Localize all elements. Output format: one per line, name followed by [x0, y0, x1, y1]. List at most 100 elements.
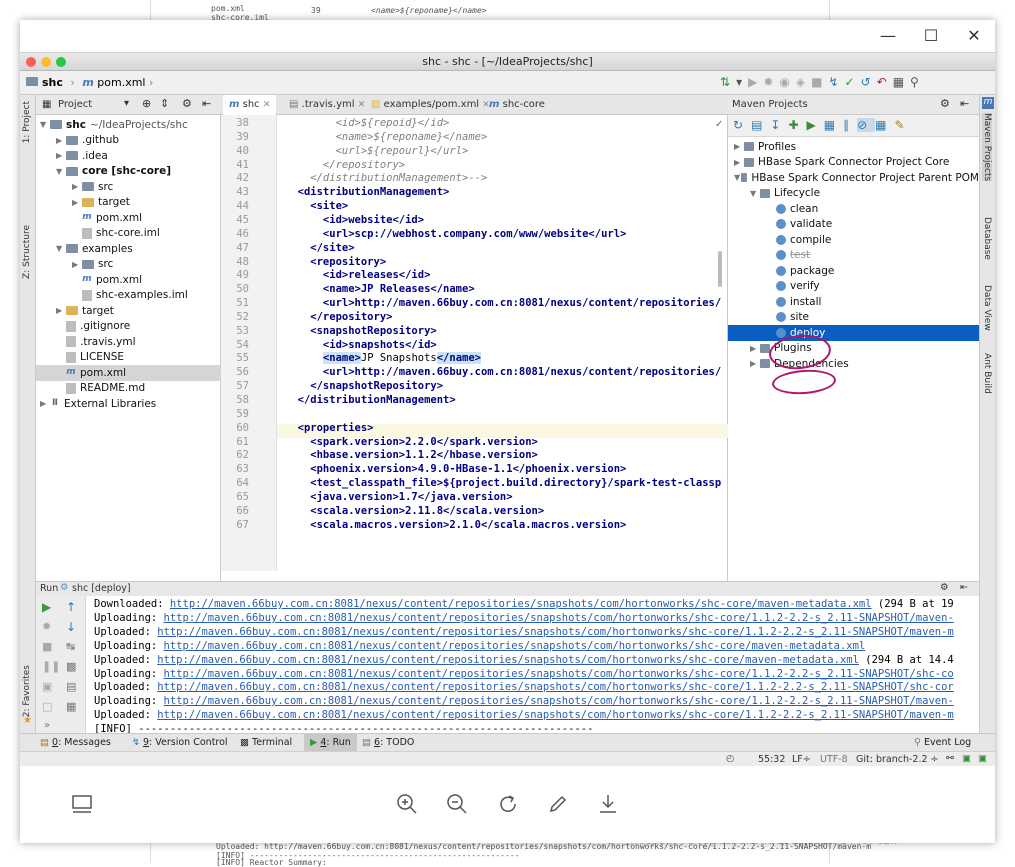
structure-icon[interactable]: ▦ [893, 75, 910, 89]
tab-examples-pom[interactable]: ▨ examples/pom.xml ✕ [365, 95, 496, 115]
file-encoding[interactable]: UTF-8 [820, 754, 848, 765]
maven-tree-item[interactable]: ▶ HBase Spark Connector Project Core [728, 155, 979, 171]
tab-run[interactable]: ▶ 4: Run [304, 734, 357, 751]
chevron-down-icon[interactable]: ▼ [40, 120, 50, 129]
project-tree-item[interactable]: m pom.xml [72, 272, 142, 288]
close-icon[interactable]: ✕ [964, 26, 984, 45]
chevron-right-icon[interactable]: ▶ [734, 158, 744, 167]
zoom-in-icon[interactable] [395, 792, 419, 816]
project-tree-item[interactable]: m pom.xml [36, 365, 221, 381]
tab-shc-core[interactable]: m shc-core [483, 95, 551, 115]
profile-icon[interactable]: ◈ [796, 75, 811, 89]
run-output[interactable]: Downloaded: http://maven.66buy.com.cn:80… [36, 582, 979, 734]
vcs-commit-icon[interactable]: ✓ [845, 75, 861, 89]
project-tree-item[interactable]: LICENSE [56, 350, 124, 366]
maven-tree-item[interactable]: ▼ HBase Spark Connector Project Parent PO… [728, 170, 979, 186]
minimize-icon[interactable]: — [878, 26, 898, 45]
maven-projects-tool-tab[interactable]: Maven Projects [982, 113, 992, 182]
maven-tree-item[interactable]: ▶ Dependencies [728, 356, 979, 372]
project-tree-item[interactable]: m pom.xml [72, 210, 142, 226]
download-icon[interactable]: ↧ [770, 118, 788, 132]
maven-tree-item[interactable]: deploy [728, 325, 979, 341]
chevron-right-icon[interactable]: ▶ [56, 136, 66, 145]
tab-messages[interactable]: ▤ 0: Messages [40, 737, 111, 748]
chevron-down-icon[interactable]: ▼ [56, 167, 66, 176]
download-icon[interactable] [596, 792, 620, 816]
run-icon[interactable]: ▶ [748, 75, 763, 89]
notifications-icon[interactable]: ▣ [978, 753, 987, 764]
settings-icon[interactable]: ✎ [895, 118, 913, 132]
project-tree-item[interactable]: ▼ core [shc-core] [56, 164, 171, 180]
chevron-right-icon[interactable]: ▶ [72, 260, 82, 269]
project-tree-item[interactable]: shc-core.iml [72, 226, 160, 242]
console-link[interactable]: http://maven.66buy.com.cn:8081/nexus/con… [164, 668, 954, 680]
maven-tree-item[interactable]: package [728, 263, 979, 279]
chevron-down-icon[interactable]: ▾ [124, 98, 129, 109]
console-link[interactable]: http://maven.66buy.com.cn:8081/nexus/con… [157, 709, 954, 721]
project-tree-item[interactable]: ▼ examples [56, 241, 133, 257]
maven-tree-item[interactable]: ▶ Plugins [728, 341, 979, 357]
debug-icon[interactable]: ✹ [763, 75, 779, 89]
maven-tree-item[interactable]: site [728, 310, 979, 326]
caret-position[interactable]: 55:32 [758, 754, 785, 765]
ant-build-tool-tab[interactable]: Ant Build [982, 353, 992, 394]
editor-scrollbar[interactable] [718, 251, 722, 287]
vcs-update-icon[interactable]: ↯ [828, 75, 844, 89]
rotate-icon[interactable] [496, 792, 520, 816]
config-dropdown-icon[interactable]: ▾ [736, 75, 748, 89]
data-view-tool-tab[interactable]: Data View [982, 285, 992, 331]
chevron-right-icon[interactable]: ▶ [56, 151, 66, 160]
maven-tree-item[interactable]: test [728, 248, 979, 264]
tab-version-control[interactable]: ↯ 9: Version Control [132, 737, 228, 748]
chevron-down-icon[interactable]: ▼ [56, 244, 66, 253]
maven-tree-item[interactable]: clean [728, 201, 979, 217]
project-tree-item[interactable]: ▶ src [72, 257, 113, 273]
console-link[interactable]: http://maven.66buy.com.cn:8081/nexus/con… [164, 640, 866, 652]
git-branch[interactable]: Git: branch-2.2 ÷ [856, 754, 939, 765]
maven-tree-item[interactable]: ▼ Lifecycle [728, 186, 979, 202]
search-icon[interactable]: ⚲ [910, 75, 925, 89]
edit-icon[interactable] [546, 792, 570, 816]
maven-tree-item[interactable]: ▶ Profiles [728, 139, 979, 155]
project-tree-item[interactable]: .travis.yml [56, 334, 136, 350]
slideshow-icon[interactable] [70, 792, 94, 816]
generate-sources-icon[interactable]: ▤ [751, 118, 770, 132]
line-separator[interactable]: LF÷ [792, 754, 811, 765]
chevron-down-icon[interactable]: ▼ [734, 173, 741, 182]
project-tool-tab[interactable]: 1: Project [22, 101, 32, 143]
project-tree-item[interactable]: ▶ .github [56, 133, 119, 149]
tab-travis[interactable]: ▤ .travis.yml ✕ [283, 95, 371, 115]
build-icon[interactable]: ⇅ [720, 75, 736, 89]
chevron-right-icon[interactable]: ▶ [72, 182, 82, 191]
run-maven-icon[interactable]: ▶ [807, 118, 824, 132]
locate-icon[interactable]: ⊕ [142, 97, 151, 110]
database-tool-tab[interactable]: Database [982, 217, 992, 260]
gear-icon[interactable]: ⚙ [940, 97, 950, 110]
chevron-right-icon[interactable]: ▶ [72, 198, 82, 207]
tab-todo[interactable]: ▤ 6: TODO [362, 737, 414, 748]
console-link[interactable]: http://maven.66buy.com.cn:8081/nexus/con… [157, 626, 954, 638]
project-tree-item[interactable]: ▶ target [72, 195, 130, 211]
coverage-icon[interactable]: ◉ [779, 75, 795, 89]
project-tree-item[interactable]: shc-examples.iml [72, 288, 188, 304]
gear-icon[interactable]: ⚙ [182, 97, 192, 110]
show-deps-icon[interactable]: ▦ [875, 118, 894, 132]
maven-tree-item[interactable]: validate [728, 217, 979, 233]
event-log[interactable]: ⚲ Event Log [914, 737, 971, 748]
maven-goal-icon[interactable]: ▦ [824, 118, 843, 132]
console-link[interactable]: http://maven.66buy.com.cn:8081/nexus/con… [164, 612, 954, 624]
revert-icon[interactable]: ↶ [877, 75, 893, 89]
chevron-down-icon[interactable]: ▼ [750, 189, 760, 198]
lock-icon[interactable]: ⚯ [946, 753, 954, 764]
project-tree-item[interactable]: ▶ src [72, 179, 113, 195]
collapse-icon[interactable]: ⇕ [160, 97, 169, 110]
structure-tool-tab[interactable]: Z: Structure [22, 225, 32, 279]
project-panel-title[interactable]: Project [58, 99, 92, 110]
maximize-icon[interactable]: ☐ [921, 26, 941, 45]
console-link[interactable]: http://maven.66buy.com.cn:8081/nexus/con… [170, 598, 872, 610]
project-tree-item[interactable]: .gitignore [56, 319, 130, 335]
chevron-right-icon[interactable]: ▶ [734, 142, 744, 151]
inspector-icon[interactable]: ▣ [962, 753, 971, 764]
chevron-right-icon[interactable]: ▶ [56, 306, 66, 315]
stop-icon[interactable]: ■ [811, 75, 828, 89]
